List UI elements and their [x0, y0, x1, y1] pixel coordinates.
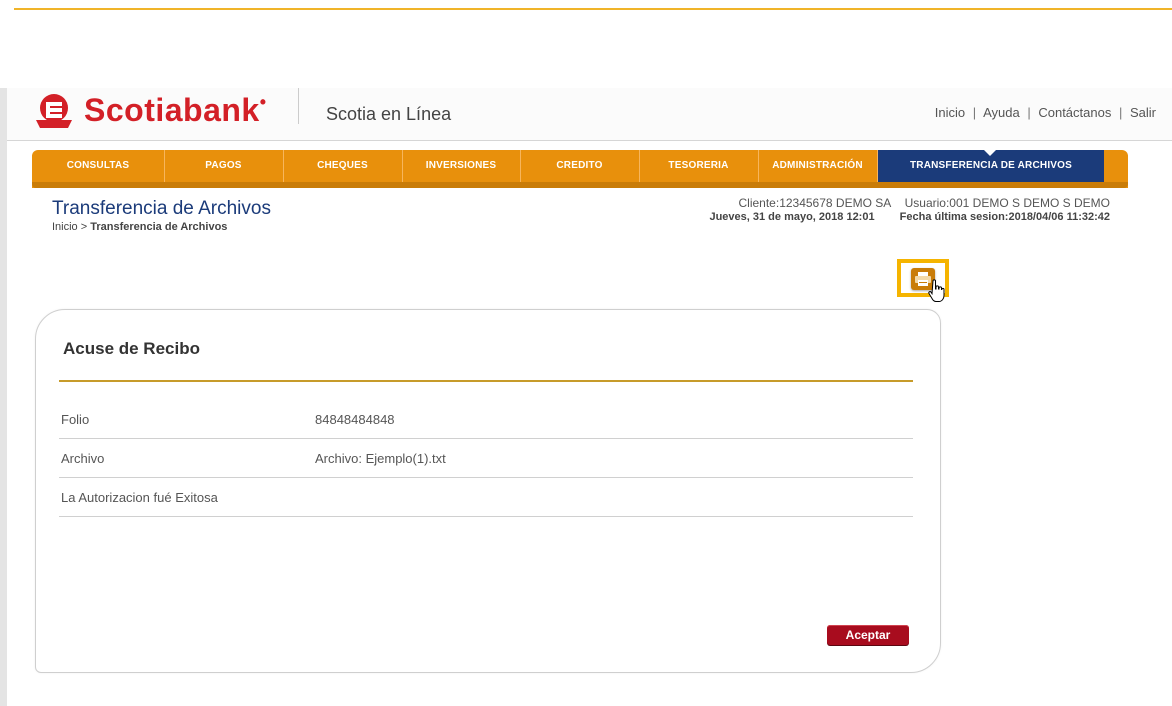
- client-info: Cliente:12345678 DEMO SA Usuario:001 DEM…: [739, 196, 1111, 210]
- logo-wordmark: Scotiabank•: [84, 92, 267, 129]
- product-name: Scotia en Línea: [326, 104, 452, 124]
- last-session: Fecha última sesion:2018/04/06 11:32:42: [899, 211, 1110, 223]
- receipt-row-status: La Autorizacion fué Exitosa: [59, 478, 913, 517]
- breadcrumb-separator: >: [80, 221, 88, 233]
- row-value: Archivo: Ejemplo(1).txt: [315, 451, 446, 466]
- link-contactanos[interactable]: Contáctanos: [1038, 105, 1111, 120]
- top-accent-line: [14, 8, 1172, 10]
- nav-item-tesoreria[interactable]: TESORERIA: [639, 150, 759, 182]
- nav-item-administracion[interactable]: ADMINISTRACIÓN: [758, 150, 878, 182]
- scotiabank-logo[interactable]: Scotiabank•: [32, 88, 282, 132]
- logo-dot-mark: •: [259, 91, 267, 112]
- accept-button[interactable]: Aceptar: [827, 625, 909, 645]
- nav-item-pagos[interactable]: PAGOS: [164, 150, 284, 182]
- scotiabank-flame-icon: [36, 94, 72, 128]
- breadcrumb-current: Transferencia de Archivos: [90, 221, 228, 233]
- window-left-edge: [0, 88, 7, 706]
- breadcrumb: Inicio > Transferencia de Archivos: [52, 221, 227, 233]
- nav-item-consultas[interactable]: CONSULTAS: [32, 150, 165, 182]
- link-separator: |: [1027, 105, 1031, 120]
- receipt-row-folio: Folio 84848484848: [59, 400, 913, 439]
- link-salir[interactable]: Salir: [1130, 105, 1156, 120]
- row-label: Folio: [61, 412, 90, 427]
- header-divider: [298, 88, 299, 124]
- hand-pointer-icon: [928, 279, 945, 302]
- row-label: La Autorizacion fué Exitosa: [61, 490, 218, 505]
- active-tab-caret-icon: [984, 150, 996, 156]
- link-separator: |: [972, 105, 977, 120]
- breadcrumb-home[interactable]: Inicio: [52, 221, 78, 233]
- receipt-title-rule: [59, 380, 913, 382]
- current-date: Jueves, 31 de mayo, 2018 12:01: [709, 211, 875, 223]
- link-ayuda[interactable]: Ayuda: [983, 105, 1020, 120]
- receipt-title: Acuse de Recibo: [63, 339, 200, 358]
- link-inicio[interactable]: Inicio: [935, 105, 965, 120]
- nav-item-credito[interactable]: CREDITO: [520, 150, 640, 182]
- client-label: Cliente:12345678 DEMO SA: [738, 196, 892, 210]
- nav-item-inversiones[interactable]: INVERSIONES: [402, 150, 521, 182]
- receipt-row-archivo: Archivo Archivo: Ejemplo(1).txt: [59, 439, 913, 478]
- print-toolbar: [897, 259, 957, 303]
- user-label: Usuario:001 DEMO S DEMO S DEMO: [904, 196, 1110, 210]
- main-nav: CONSULTAS PAGOS CHEQUES INVERSIONES CRED…: [32, 150, 1128, 188]
- page-title: Transferencia de Archivos: [52, 198, 271, 219]
- top-links: Inicio | Ayuda | Contáctanos | Salir: [935, 105, 1156, 120]
- row-label: Archivo: [61, 451, 105, 466]
- logo-text: Scotiabank: [84, 91, 260, 128]
- row-value: 84848484848: [315, 412, 395, 427]
- nav-item-cheques[interactable]: CHEQUES: [283, 150, 403, 182]
- link-separator: |: [1118, 105, 1123, 120]
- session-dates: Jueves, 31 de mayo, 2018 12:01 Fecha últ…: [709, 211, 1110, 223]
